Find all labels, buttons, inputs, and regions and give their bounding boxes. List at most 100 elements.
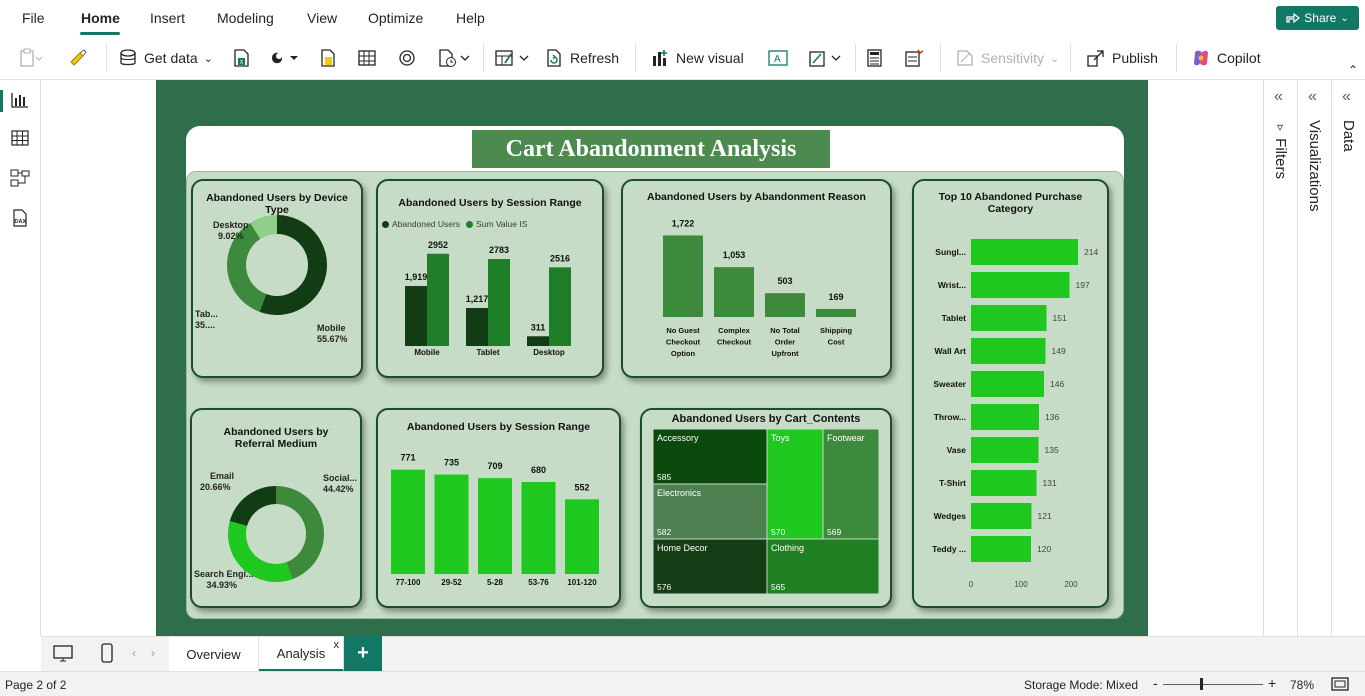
menu-modeling[interactable]: Modeling <box>217 10 274 26</box>
dataflows-button[interactable] <box>397 46 417 70</box>
table-view-icon[interactable] <box>10 128 30 148</box>
report-view-icon[interactable] <box>10 90 30 110</box>
menu-optimize[interactable]: Optimize <box>368 10 423 26</box>
table-icon <box>358 50 376 66</box>
share-icon <box>1286 12 1301 24</box>
category-label: Sweater <box>933 379 966 389</box>
get-data-button[interactable]: Get data ⌄ <box>118 46 213 70</box>
bar <box>391 469 425 574</box>
cart-contents-card[interactable]: Abandoned Users by Cart_Contents Accesso… <box>640 408 892 608</box>
sql-button[interactable] <box>318 46 338 70</box>
page-indicator: Page 2 of 2 <box>5 678 67 692</box>
mobile-layout-icon[interactable] <box>101 643 113 663</box>
treemap-label: Electronics <box>657 488 702 498</box>
data-label: 121 <box>1038 511 1052 521</box>
category-label: 53-76 <box>528 578 549 587</box>
menu-insert[interactable]: Insert <box>150 10 185 26</box>
abandonment-reason-card[interactable]: Abandoned Users by Abandonment Reason 1,… <box>621 179 892 378</box>
sensitivity-label: Sensitivity <box>981 50 1045 66</box>
recent-sources-icon <box>439 49 470 67</box>
recent-sources-button[interactable] <box>437 46 473 70</box>
bar <box>663 235 703 317</box>
data-label: 131 <box>1043 478 1057 488</box>
zoom-out-button[interactable]: - <box>1153 675 1158 691</box>
visualizations-pane[interactable]: « Visualizations <box>1297 80 1331 636</box>
referral-label-social-pct: 44.42% <box>323 484 354 494</box>
format-painter-button[interactable] <box>68 46 88 70</box>
publish-button[interactable]: Publish <box>1086 46 1158 70</box>
zoom-slider[interactable] <box>1163 684 1263 685</box>
chevron-down-icon: ⌄ <box>1050 52 1060 65</box>
new-visual-button[interactable]: New visual <box>650 46 744 70</box>
paste-button[interactable] <box>18 46 42 70</box>
fit-to-page-icon[interactable] <box>1331 677 1349 691</box>
referral-medium-card[interactable]: Abandoned Users by Referral Medium Email… <box>190 408 362 608</box>
sensitivity-button[interactable]: Sensitivity ⌄ <box>955 46 1059 70</box>
top10-category-card[interactable]: Top 10 Abandoned Purchase Category Sungl… <box>912 179 1109 608</box>
data-label: 1,217 <box>466 294 489 304</box>
treemap-label: Footwear <box>827 433 865 443</box>
refresh-button[interactable]: Refresh <box>544 46 619 70</box>
data-label: 735 <box>444 458 459 468</box>
data-pane[interactable]: « Data <box>1331 80 1365 636</box>
collapse-chevron-icon[interactable]: « <box>1342 88 1351 106</box>
more-visuals-button[interactable] <box>808 46 844 70</box>
tab-overview[interactable]: Overview <box>169 637 259 672</box>
excel-icon: X <box>234 49 249 67</box>
share-button[interactable]: Share ⌄ <box>1276 6 1359 30</box>
chevron-down-icon: ⌄ <box>203 52 213 65</box>
collapse-chevron-icon[interactable]: « <box>1308 88 1317 106</box>
menu-help[interactable]: Help <box>456 10 485 26</box>
model-view-icon[interactable] <box>10 168 30 188</box>
bar <box>565 499 599 574</box>
dataverse-button[interactable] <box>268 46 302 70</box>
menu-home[interactable]: Home <box>81 10 120 26</box>
quick-measure-button[interactable] <box>904 46 924 70</box>
scroll-right-icon[interactable]: › <box>151 646 155 660</box>
session-range-bars-card[interactable]: Abandoned Users by Session Range 771 77-1… <box>376 408 621 608</box>
active-view-indicator <box>0 90 3 112</box>
device-label-mobile-pct: 55.67% <box>317 334 348 344</box>
donut-slice <box>229 486 276 526</box>
collapse-ribbon-icon[interactable]: ⌃ <box>1348 58 1358 82</box>
dataflow-icon <box>399 50 415 66</box>
session-range-card[interactable]: Abandoned Users by Session Range Abandon… <box>376 179 604 378</box>
close-tab-icon[interactable]: x <box>334 639 340 651</box>
new-measure-button[interactable] <box>866 46 884 70</box>
text-box-button[interactable]: A <box>767 46 789 70</box>
menu-file[interactable]: File <box>22 10 45 26</box>
treemap-value: 576 <box>657 582 671 592</box>
device-type-card[interactable]: Abandoned Users by Device Type Desktop 9… <box>191 179 363 378</box>
category-label: 101-120 <box>567 578 597 587</box>
collapse-chevron-icon[interactable]: « <box>1274 88 1283 106</box>
ribbon-toolbar: Get data ⌄ X Refresh New visual A Sensit… <box>0 36 1365 80</box>
treemap-value: 569 <box>827 527 841 537</box>
tab-analysis[interactable]: Analysis x <box>259 637 344 672</box>
device-label-mobile-name: Mobile <box>317 323 346 333</box>
excel-button[interactable]: X <box>231 46 251 70</box>
category-label: 29-52 <box>441 578 462 587</box>
treemap-label: Clothing <box>771 543 804 553</box>
menu-view[interactable]: View <box>307 10 337 26</box>
database-icon <box>120 49 136 66</box>
device-label-tablet-pct: 35.... <box>195 320 216 330</box>
zoom-slider-thumb[interactable] <box>1200 678 1203 690</box>
transform-data-button[interactable] <box>494 46 534 70</box>
dax-query-view-icon[interactable]: DAX <box>10 208 30 228</box>
add-page-button[interactable]: + <box>344 636 382 671</box>
visualizations-label: Visualizations <box>1306 120 1323 212</box>
enter-data-button[interactable] <box>357 46 377 70</box>
copilot-button[interactable]: Copilot <box>1191 46 1261 70</box>
category-label: 5-28 <box>487 578 504 587</box>
filters-pane[interactable]: « ▿ Filters <box>1263 80 1297 636</box>
desktop-layout-icon[interactable] <box>53 645 73 663</box>
zoom-in-button[interactable]: + <box>1268 675 1276 691</box>
category-label: Tablet <box>942 313 967 323</box>
treemap-value: 582 <box>657 527 671 537</box>
scroll-left-icon[interactable]: ‹ <box>132 646 136 660</box>
sql-server-icon <box>321 49 335 67</box>
data-label: 214 <box>1084 247 1098 257</box>
referral-label-social: Social... 44.42% <box>323 473 357 495</box>
sensitivity-icon <box>957 50 973 66</box>
top10-card-title: Top 10 Abandoned Purchase Category <box>938 191 1083 215</box>
